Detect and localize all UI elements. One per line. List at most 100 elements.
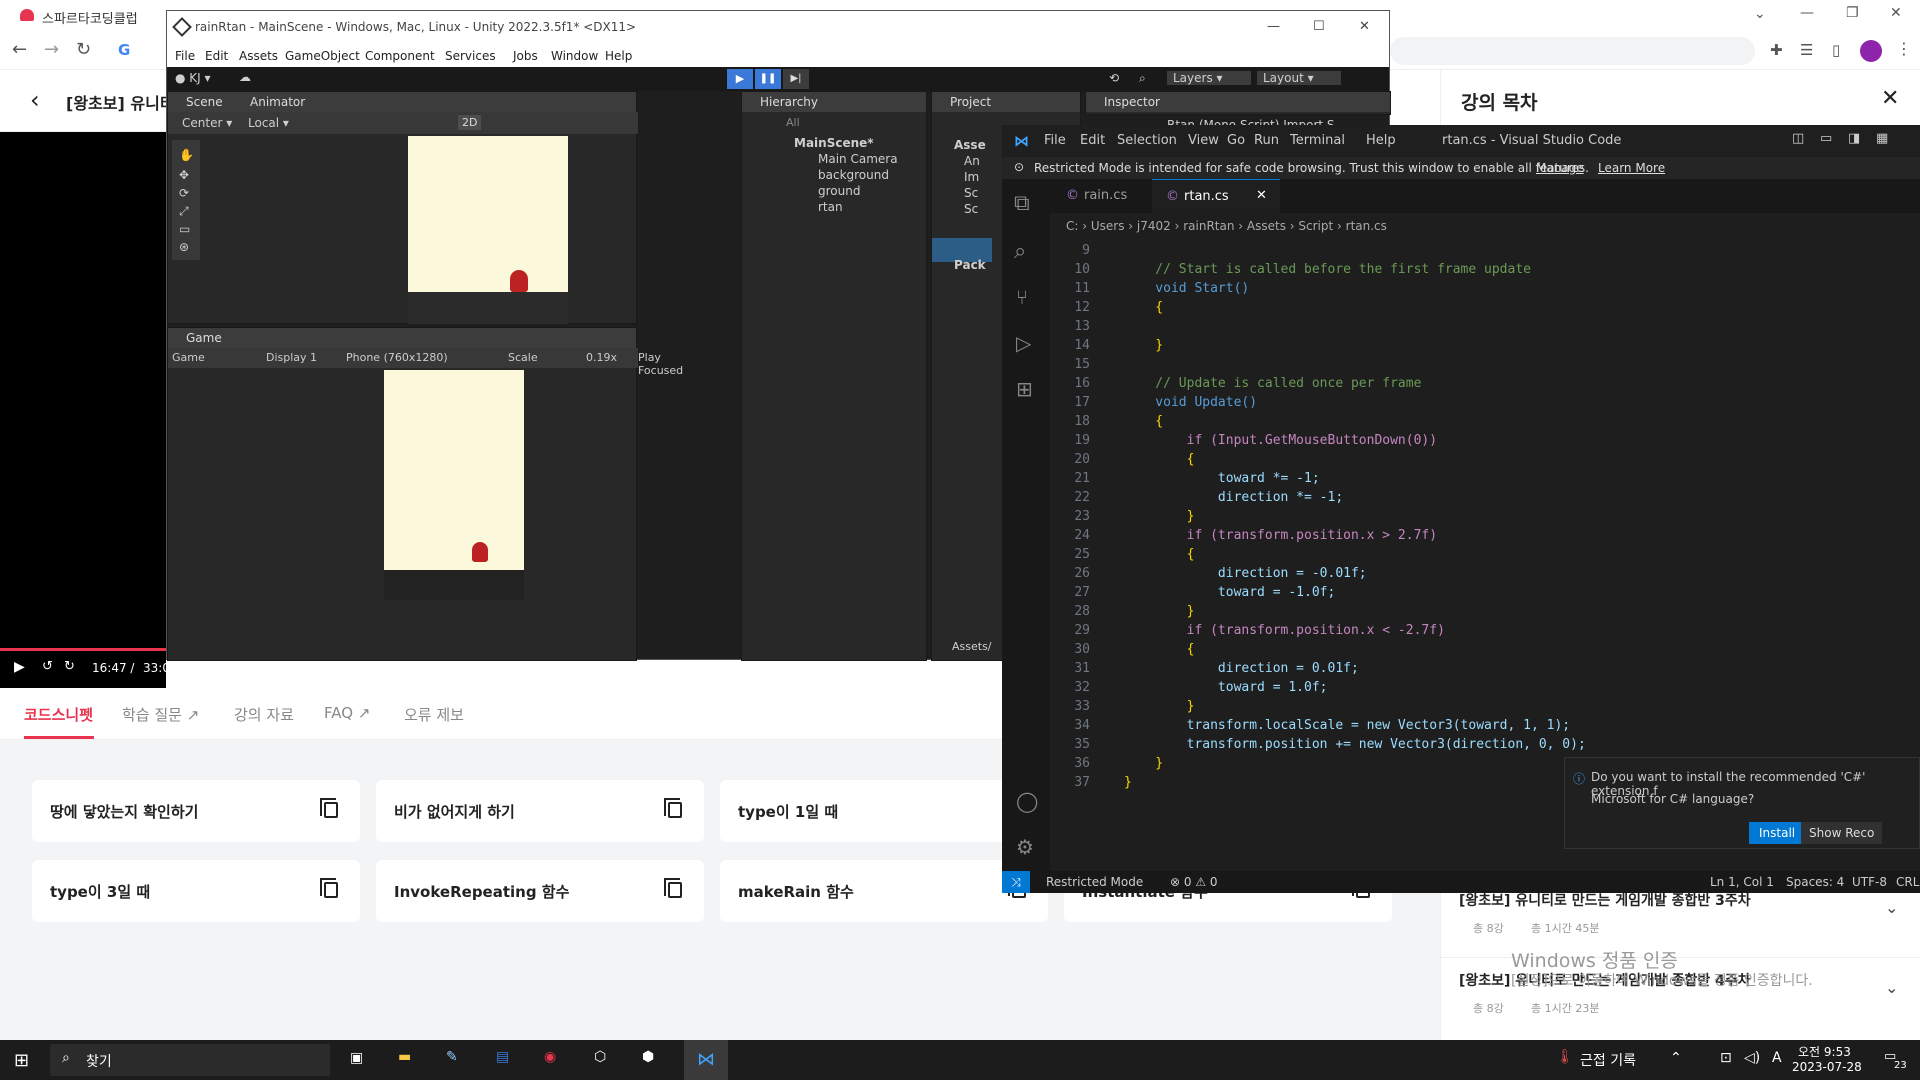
snippet-card[interactable]: 비가 없어지게 하기 (376, 780, 704, 842)
close-panel-icon[interactable]: ✕ (1881, 86, 1899, 111)
toggle-2d-button[interactable]: 2D (458, 115, 482, 130)
status-problems[interactable]: ⊗ 0 ⚠ 0 (1170, 875, 1218, 889)
account-button[interactable]: ● KJ ▾ (175, 71, 211, 85)
project-folder[interactable]: Pack (954, 258, 986, 272)
display-dropdown[interactable]: Display 1 (266, 351, 317, 364)
toggle-layout-icon[interactable]: ▭ (1820, 131, 1832, 146)
tab-faq[interactable]: FAQ ↗ (324, 704, 370, 722)
play-focused-dropdown[interactable]: Play Focused (638, 351, 683, 377)
snippet-card[interactable]: 땅에 닿았는지 확인하기 (32, 780, 360, 842)
game-viewport[interactable] (384, 370, 524, 600)
install-button[interactable]: Install (1749, 822, 1806, 844)
cloud-icon[interactable]: ☁ (239, 70, 251, 84)
manage-gear-icon[interactable]: ⚙ (1016, 835, 1034, 859)
snippet-card[interactable]: makeRain 함수 (720, 860, 1048, 922)
play-button[interactable]: ▶ (727, 69, 753, 89)
snippet-card[interactable]: type이 1일 때 (720, 780, 1048, 842)
tab-game[interactable]: Game (186, 331, 222, 345)
tab-code-snippet[interactable]: 코드스니펫 (24, 704, 93, 725)
breadcrumb-item[interactable]: Users (1091, 219, 1125, 233)
volume-icon[interactable]: ◁) (1744, 1050, 1760, 1066)
minimize-icon[interactable]: — (1800, 5, 1814, 21)
status-cursor-position[interactable]: Ln 1, Col 1 (1710, 875, 1774, 889)
vscode-menu-help[interactable]: Help (1366, 133, 1396, 148)
tab-questions[interactable]: 학습 질문 ↗ (122, 704, 199, 725)
vscode-taskbar-icon[interactable]: ⋈ (684, 1040, 728, 1080)
snippet-card[interactable]: InvokeRepeating 함수 (376, 860, 704, 922)
browser-tab[interactable]: 스파르타코딩클럽 (0, 0, 170, 33)
resolution-dropdown[interactable]: Phone (760x1280) (346, 351, 448, 364)
breadcrumb-item[interactable]: rtan.cs (1346, 219, 1387, 233)
taskbar-date[interactable]: 2023-07-28 (1792, 1060, 1862, 1074)
tab-hierarchy[interactable]: Hierarchy (760, 95, 818, 109)
unity-menu-file[interactable]: File (175, 49, 195, 63)
tab-list-chevron-icon[interactable]: ⌄ (1754, 6, 1766, 22)
toggle-sidebar-icon[interactable]: ◨ (1848, 131, 1860, 146)
unity-menu-window[interactable]: Window (551, 49, 598, 63)
unity-menu-gameobject[interactable]: GameObject (285, 49, 360, 63)
search-icon[interactable]: ⌕ (1139, 71, 1146, 86)
hwp-icon[interactable]: ▤ (496, 1049, 509, 1065)
breadcrumb-item[interactable]: Script (1298, 219, 1333, 233)
customize-layout-icon[interactable]: ▦ (1876, 131, 1888, 146)
rotate-tool-icon[interactable]: ⟳ (179, 186, 189, 200)
tab-inspector[interactable]: Inspector (1104, 95, 1160, 109)
show-recommendations-button[interactable]: Show Reco (1801, 822, 1883, 844)
scale-tool-icon[interactable]: ⤢ (179, 204, 189, 219)
status-indentation[interactable]: Spaces: 4 (1786, 875, 1844, 889)
search-icon[interactable]: ⌕ (1014, 239, 1026, 264)
snippet-card[interactable]: type이 3일 때 (32, 860, 360, 922)
project-folder[interactable]: Sc (964, 186, 978, 200)
taskbar-weather-text[interactable]: 근접 기록 (1580, 1050, 1636, 1070)
layout-dropdown[interactable]: Layout ▾ (1257, 71, 1341, 85)
unity-menu-component[interactable]: Component (365, 49, 435, 63)
reading-list-icon[interactable]: ☰ (1800, 41, 1813, 59)
explorer-icon[interactable]: ⧉ (1014, 191, 1030, 216)
network-icon[interactable]: ⊡ (1720, 1050, 1732, 1066)
task-view-icon[interactable]: ▣ (350, 1050, 363, 1066)
forward-10-icon[interactable]: ↻ (64, 659, 75, 674)
breadcrumb-item[interactable]: rainRtan (1183, 219, 1234, 233)
transform-tool-icon[interactable]: ⊛ (179, 240, 189, 254)
project-folder[interactable]: Sc (964, 202, 978, 216)
unity-menu-edit[interactable]: Edit (205, 49, 228, 63)
pivot-local-dropdown[interactable]: Local ▾ (248, 116, 289, 130)
hierarchy-search[interactable]: All (786, 116, 800, 129)
unity-editor-icon[interactable]: ⬢ (642, 1049, 654, 1065)
project-folder[interactable]: Im (964, 170, 979, 184)
tab-animator[interactable]: Animator (250, 95, 305, 109)
unity-menu-jobs[interactable]: Jobs (513, 49, 538, 63)
browser-menu-icon[interactable]: ⋮ (1896, 39, 1912, 58)
unity-menu-assets[interactable]: Assets (239, 49, 278, 63)
file-explorer-icon[interactable]: ▬ (398, 1049, 411, 1065)
unity-menu-services[interactable]: Services (445, 49, 496, 63)
hierarchy-item[interactable]: background (818, 168, 889, 182)
unity-menu-help[interactable]: Help (605, 49, 632, 63)
tab-scene[interactable]: Scene (186, 95, 223, 109)
vscode-menu-run[interactable]: Run (1254, 133, 1279, 148)
copy-icon[interactable] (664, 798, 682, 818)
tray-chevron-icon[interactable]: ⌃ (1670, 1050, 1682, 1066)
rect-tool-icon[interactable]: ▭ (179, 222, 190, 236)
hierarchy-item[interactable]: ground (818, 184, 860, 198)
breadcrumb-item[interactable]: j7402 (1137, 219, 1171, 233)
video-player[interactable]: ▶ ↺ ↻ 16:47 / 33:0 (0, 132, 170, 688)
editor-tab[interactable]: © rain.cs (1050, 179, 1150, 213)
unity-restore-icon[interactable]: ☐ (1313, 19, 1325, 34)
back-arrow-icon[interactable]: ‹ (30, 86, 40, 114)
chevron-down-icon[interactable]: ⌄ (1885, 898, 1898, 917)
copy-icon[interactable] (664, 878, 682, 898)
scene-root[interactable]: MainScene* (794, 136, 874, 150)
remote-button[interactable]: ⤨ (1002, 871, 1030, 893)
side-panel-icon[interactable]: ▯ (1832, 41, 1840, 59)
close-tab-icon[interactable]: ✕ (1256, 188, 1267, 203)
notepad-icon[interactable]: ✎ (446, 1049, 458, 1065)
status-eol[interactable]: CRLF (1896, 875, 1920, 889)
hand-tool-icon[interactable]: ✋ (179, 148, 194, 162)
tab-project[interactable]: Project (950, 95, 991, 109)
pause-button[interactable]: ❚❚ (755, 69, 781, 89)
vscode-menu-selection[interactable]: Selection (1117, 133, 1177, 148)
history-icon[interactable]: ⟲ (1109, 71, 1119, 85)
banner-learn-more-link[interactable]: Learn More (1598, 161, 1665, 175)
copy-icon[interactable] (320, 878, 338, 898)
